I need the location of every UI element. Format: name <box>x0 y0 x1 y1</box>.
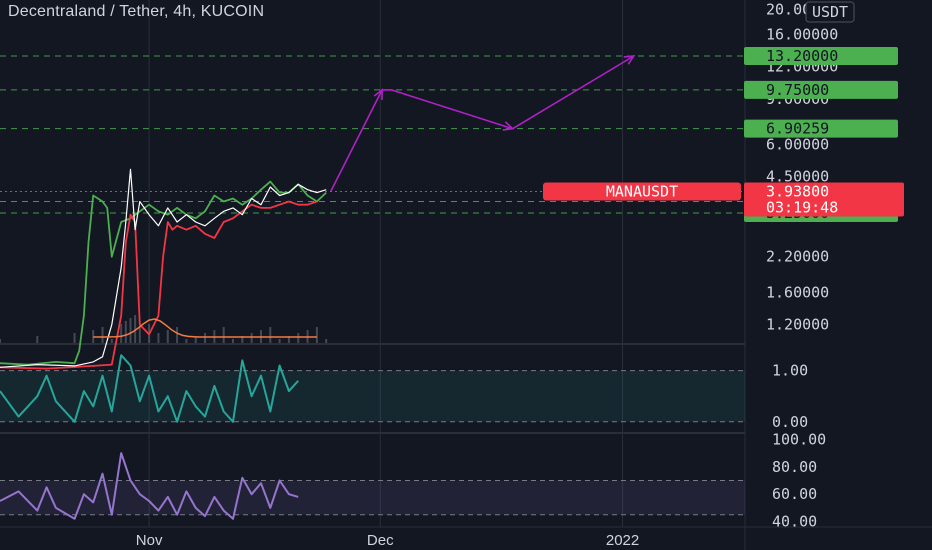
oscillator-2-tick: 60.00 <box>772 485 817 503</box>
countdown-label: 03:19:48 <box>766 198 838 216</box>
price-tick-label: 1.60000 <box>766 283 829 301</box>
symbol-tag-label: MANAUSDT <box>606 182 678 200</box>
oscillator-1-tick: 0.00 <box>772 413 808 431</box>
volume-bar <box>101 327 104 343</box>
volume-bar <box>297 333 300 343</box>
volume-bar <box>120 324 123 343</box>
price-tick-label: 16.00000 <box>766 25 838 43</box>
projection-path <box>330 55 635 192</box>
level-badge-label: 9.75000 <box>766 81 829 99</box>
volume-bar <box>222 327 225 343</box>
volume-bar <box>315 327 318 343</box>
time-axis-label: 2022 <box>606 532 639 549</box>
oscillator-1-tick: 1.00 <box>772 362 808 380</box>
level-badge-label: 13.20000 <box>766 47 838 65</box>
volume-bar <box>185 339 188 343</box>
level-badge-label: 6.90259 <box>766 120 829 138</box>
time-axis-label: Dec <box>367 532 394 549</box>
volume-bar <box>176 327 179 343</box>
volume-bar <box>269 327 272 343</box>
volume-bar <box>0 339 1 343</box>
currency-label: USDT <box>812 3 848 21</box>
volume-bar <box>36 336 39 343</box>
volume-bar <box>124 321 127 343</box>
volume-bar <box>325 339 328 343</box>
time-axis-label: Nov <box>136 532 163 549</box>
volume-bar <box>73 333 76 343</box>
volume-bar <box>250 333 253 343</box>
price-tick-label: 1.20000 <box>766 316 829 334</box>
volume-bar <box>204 333 207 343</box>
volume-bar <box>278 339 281 343</box>
oscillator-2-tick: 40.00 <box>772 513 817 531</box>
chart-canvas[interactable]: 20.0000016.0000012.000009.000006.000004.… <box>0 0 932 550</box>
volume-bar <box>129 318 132 343</box>
volume-bar <box>138 327 141 343</box>
price-tick-label: 6.00000 <box>766 135 829 153</box>
volume-bar <box>110 339 113 343</box>
oscillator-1-band <box>0 370 745 422</box>
symbol-title: Decentraland / Tether, 4h, KUCOIN <box>8 3 265 20</box>
price-tick-label: 2.20000 <box>766 248 829 266</box>
volume-bar <box>232 339 234 343</box>
oscillator-2-tick: 80.00 <box>772 458 817 476</box>
oscillator-2-tick: 100.00 <box>772 430 826 448</box>
volume-bar <box>157 333 160 343</box>
volume-bar <box>166 330 169 343</box>
